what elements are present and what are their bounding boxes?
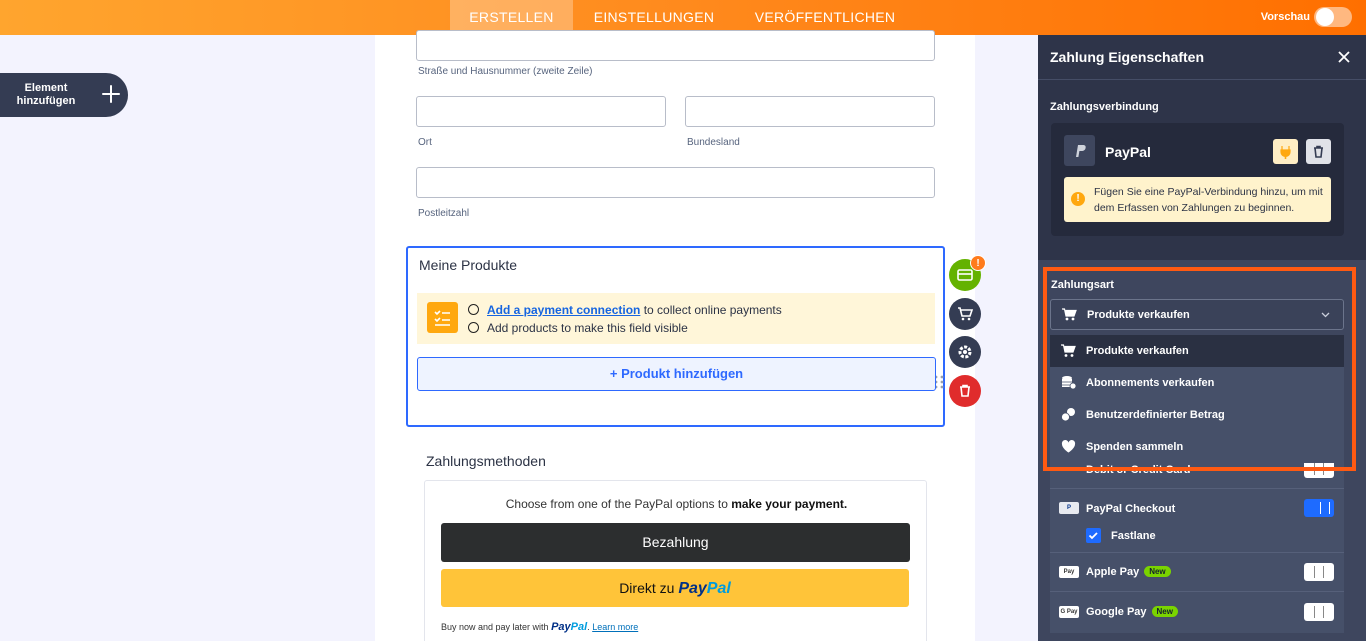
trash-icon bbox=[1314, 145, 1323, 158]
warning-badge: ! bbox=[970, 255, 986, 271]
apple-pay-name-wrap: Apple Pay New bbox=[1086, 566, 1171, 578]
cart-icon bbox=[958, 307, 974, 321]
connect-button[interactable] bbox=[1273, 139, 1298, 164]
delete-field-button[interactable] bbox=[949, 375, 981, 407]
panel-title: Zahlung Eigenschaften bbox=[1050, 49, 1205, 65]
learn-more-link[interactable]: Learn more bbox=[592, 622, 638, 632]
paypal-small-logo: PayPal bbox=[551, 621, 587, 633]
google-pay-name: Google Pay bbox=[1086, 606, 1147, 618]
method-row-paypal-checkout: P PayPal Checkout Fastlane bbox=[1050, 489, 1344, 553]
connection-label: Zahlungsverbindung bbox=[1050, 101, 1159, 113]
paypal-direct-button[interactable]: Direkt zu PayPal bbox=[441, 569, 909, 607]
pay-button[interactable]: Bezahlung bbox=[441, 523, 910, 562]
warning-icon: ! bbox=[1071, 192, 1085, 206]
paypal-mini-icon: P bbox=[1059, 502, 1079, 514]
left-canvas bbox=[0, 35, 375, 641]
add-product-button[interactable]: + Produkt hinzufügen bbox=[417, 357, 936, 391]
apple-pay-name: Apple Pay bbox=[1086, 566, 1140, 578]
paypal-direct-prefix: Direkt zu bbox=[619, 580, 679, 596]
apple-pay-icon: Pay bbox=[1059, 566, 1079, 578]
method-row-apple-pay: Pay Apple Pay New bbox=[1050, 553, 1344, 592]
products-title: Meine Produkte bbox=[419, 257, 518, 273]
panel-header: Zahlung Eigenschaften bbox=[1038, 35, 1366, 79]
add-element-button[interactable]: Element hinzufügen bbox=[0, 73, 128, 117]
products-button[interactable] bbox=[949, 298, 981, 330]
preview-toggle[interactable] bbox=[1314, 7, 1352, 27]
method-row-google-pay: G Pay Google Pay New bbox=[1050, 592, 1344, 632]
radio-icon bbox=[468, 304, 479, 315]
connection-warning: ! Fügen Sie eine PayPal-Verbindung hinzu… bbox=[1064, 177, 1331, 222]
paypal-checkout-toggle[interactable] bbox=[1304, 499, 1334, 517]
google-pay-name-wrap: Google Pay New bbox=[1086, 606, 1178, 618]
paypal-choose-plain: Choose from one of the PayPal options to bbox=[505, 497, 732, 511]
preview-toggle-knob bbox=[1316, 8, 1334, 26]
paypal-small-pal: Pal bbox=[570, 621, 588, 633]
paypal-pay-later: Buy now and pay later with PayPal. Learn… bbox=[441, 621, 638, 633]
field-settings-button[interactable] bbox=[949, 336, 981, 368]
paypal-logo-pay: Pay bbox=[678, 580, 707, 597]
fastlane-label: Fastlane bbox=[1111, 530, 1156, 542]
radio-icon bbox=[468, 322, 479, 333]
paypal-small-pay: Pay bbox=[551, 621, 571, 633]
address-line2-label: Straße und Hausnummer (zweite Zeile) bbox=[418, 66, 593, 77]
google-pay-icon: G Pay bbox=[1059, 606, 1079, 618]
payment-notice: Add a payment connection to collect onli… bbox=[417, 293, 944, 389]
paypal-choose-bold: make your payment. bbox=[731, 497, 848, 511]
zip-input[interactable] bbox=[416, 167, 935, 198]
payment-methods-list: Debit or Credit Card P PayPal Checkout F… bbox=[1050, 453, 1344, 633]
trash-icon bbox=[960, 384, 970, 397]
check-icon bbox=[1088, 532, 1098, 540]
google-pay-toggle[interactable] bbox=[1304, 603, 1334, 621]
apple-pay-toggle[interactable] bbox=[1304, 563, 1334, 581]
paypal-logo-pal: Pal bbox=[706, 580, 731, 597]
form-canvas: Straße und Hausnummer (zweite Zeile) Ort… bbox=[375, 30, 975, 641]
plug-icon bbox=[1280, 146, 1291, 159]
annotation-highlight bbox=[1043, 267, 1356, 471]
notice-line-1-rest: to collect online payments bbox=[640, 303, 782, 317]
paypal-checkout-name: PayPal Checkout bbox=[1086, 503, 1176, 515]
remove-connection-button[interactable] bbox=[1306, 139, 1331, 164]
fastlane-checkbox[interactable] bbox=[1086, 528, 1101, 543]
add-payment-connection-link[interactable]: Add a payment connection bbox=[487, 303, 640, 317]
paypal-icon bbox=[1064, 135, 1095, 166]
warning-text: Fügen Sie eine PayPal-Verbindung hinzu, … bbox=[1094, 186, 1323, 214]
plus-icon bbox=[102, 85, 120, 103]
state-label: Bundesland bbox=[687, 137, 740, 148]
add-element-label: Element hinzufügen bbox=[16, 82, 76, 107]
paypal-logo: PayPal bbox=[678, 580, 730, 597]
provider-name: PayPal bbox=[1105, 144, 1151, 160]
paypal-connection-card: PayPal ! Fügen Sie eine PayPal-Verbindun… bbox=[1051, 123, 1344, 236]
new-badge: New bbox=[1144, 566, 1171, 577]
city-label: Ort bbox=[418, 137, 432, 148]
notice-line-2-text: Add products to make this field visible bbox=[487, 321, 688, 335]
paypal-choose-text: Choose from one of the PayPal options to… bbox=[425, 497, 928, 511]
notice-line-2: Add products to make this field visible bbox=[468, 321, 688, 335]
pay-later-suffix: . bbox=[587, 622, 590, 632]
address-line2-input[interactable] bbox=[416, 30, 935, 61]
notice-line-1: Add a payment connection to collect onli… bbox=[468, 303, 782, 317]
gear-icon bbox=[958, 345, 972, 359]
checklist-icon bbox=[427, 302, 458, 333]
new-badge: New bbox=[1151, 606, 1178, 617]
close-icon[interactable] bbox=[1336, 49, 1352, 65]
zip-label: Postleitzahl bbox=[418, 208, 470, 219]
preview-label: Vorschau bbox=[1260, 11, 1310, 23]
pay-later-prefix: Buy now and pay later with bbox=[441, 622, 552, 632]
paypal-card: Choose from one of the PayPal options to… bbox=[424, 480, 927, 641]
state-input[interactable] bbox=[685, 96, 935, 127]
products-field[interactable]: Meine Produkte Add a payment connection … bbox=[406, 246, 945, 427]
payment-methods-title: Zahlungsmethoden bbox=[426, 453, 546, 469]
city-input[interactable] bbox=[416, 96, 666, 127]
